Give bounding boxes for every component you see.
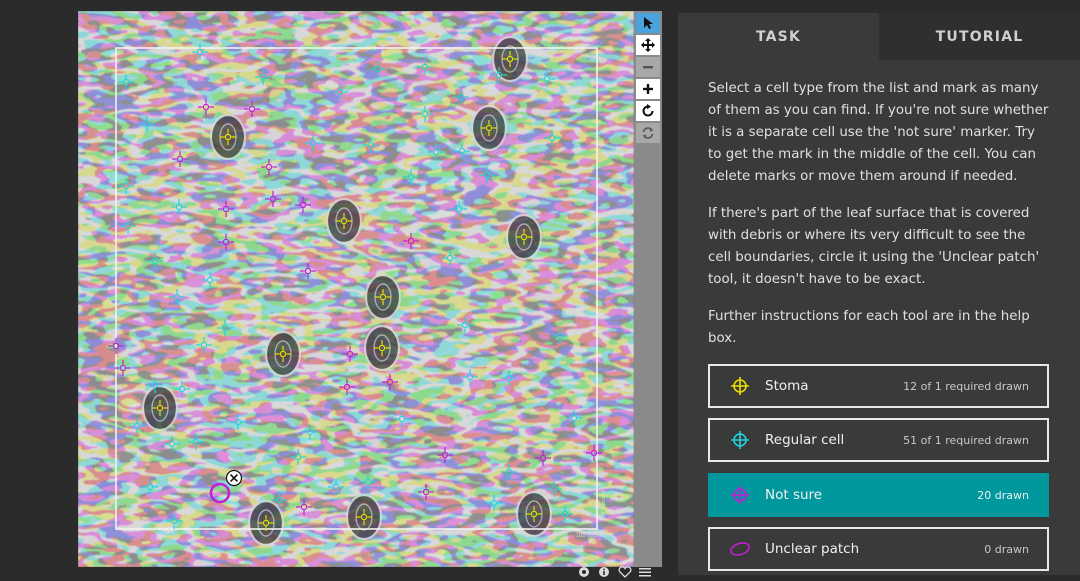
scale-bar-label: 100 microns	[576, 533, 607, 539]
tool-regular-cell-count: 51 of 1 required drawn	[903, 433, 1029, 447]
zoom-in-button[interactable]	[636, 79, 660, 99]
stoma-feature	[505, 213, 543, 261]
tool-stoma-button[interactable]: Stoma 12 of 1 required drawn	[708, 364, 1049, 408]
scale-bar-label-vertical: 100 microns	[601, 490, 607, 521]
tool-regular-cell-button[interactable]: Regular cell 51 of 1 required drawn	[708, 418, 1049, 462]
tool-unclear-patch-button[interactable]: Unclear patch 0 drawn	[708, 527, 1049, 571]
tool-stoma-label: Stoma	[765, 378, 809, 394]
stoma-feature	[141, 384, 179, 432]
favorite-icon[interactable]	[618, 566, 632, 578]
crosshair-icon	[729, 484, 751, 506]
info-icon[interactable]	[598, 566, 612, 578]
crosshair-icon	[729, 429, 751, 451]
collections-icon[interactable]	[638, 566, 652, 578]
pointer-icon	[644, 17, 653, 29]
reset-view-button[interactable]	[636, 123, 660, 143]
tab-task[interactable]: TASK	[678, 13, 879, 60]
stoma-feature	[345, 493, 383, 541]
crosshair-icon	[729, 375, 751, 397]
tool-not-sure-count: 20 drawn	[977, 488, 1029, 502]
instruction-paragraph-2: If there's part of the leaf surface that…	[708, 206, 1040, 287]
task-panel: TASK TUTORIAL Select a cell type from th…	[678, 13, 1080, 575]
stoma-feature	[363, 324, 401, 372]
delete-mark-button[interactable]	[225, 469, 243, 487]
stoma-feature	[470, 104, 508, 152]
tool-regular-cell-label: Regular cell	[765, 432, 845, 448]
panel-tabs: TASK TUTORIAL	[678, 13, 1080, 60]
stoma-feature	[209, 113, 247, 161]
hide-marks-icon[interactable]	[578, 566, 592, 578]
tool-not-sure-label: Not sure	[765, 487, 823, 503]
rotate-button[interactable]	[636, 101, 660, 121]
tool-unclear-patch-label: Unclear patch	[765, 541, 860, 557]
reset-icon	[642, 127, 654, 139]
move-icon	[641, 38, 655, 52]
stoma-feature	[364, 273, 402, 321]
stoma-feature	[491, 35, 529, 83]
instruction-paragraph-3: Further instructions for each tool are i…	[708, 309, 1030, 346]
ellipse-icon	[729, 538, 751, 560]
move-tool-button[interactable]	[636, 35, 660, 55]
subject-canvas[interactable]: 100 microns 100 microns	[78, 11, 634, 567]
viewer-toolbar	[634, 11, 662, 567]
rotate-icon	[642, 104, 654, 117]
tool-not-sure-button[interactable]: Not sure 20 drawn	[708, 473, 1049, 517]
zoom-out-button[interactable]	[636, 57, 660, 77]
task-instructions: Select a cell type from the list and mar…	[678, 60, 1080, 350]
metadata-icons	[578, 566, 652, 578]
stoma-feature	[325, 197, 363, 245]
instruction-paragraph-1: Select a cell type from the list and mar…	[708, 81, 1049, 184]
tool-unclear-patch-count: 0 drawn	[984, 542, 1029, 556]
zoom-out-icon	[643, 66, 653, 69]
stoma-feature	[247, 499, 285, 547]
stoma-feature	[264, 330, 302, 378]
tool-stoma-count: 12 of 1 required drawn	[903, 379, 1029, 393]
leaf-image-grain	[78, 11, 634, 567]
pointer-tool-button[interactable]	[636, 13, 660, 33]
tab-tutorial[interactable]: TUTORIAL	[879, 13, 1080, 60]
zoom-in-icon	[643, 84, 653, 94]
subject-image-viewer[interactable]: 100 microns 100 microns	[78, 11, 634, 567]
